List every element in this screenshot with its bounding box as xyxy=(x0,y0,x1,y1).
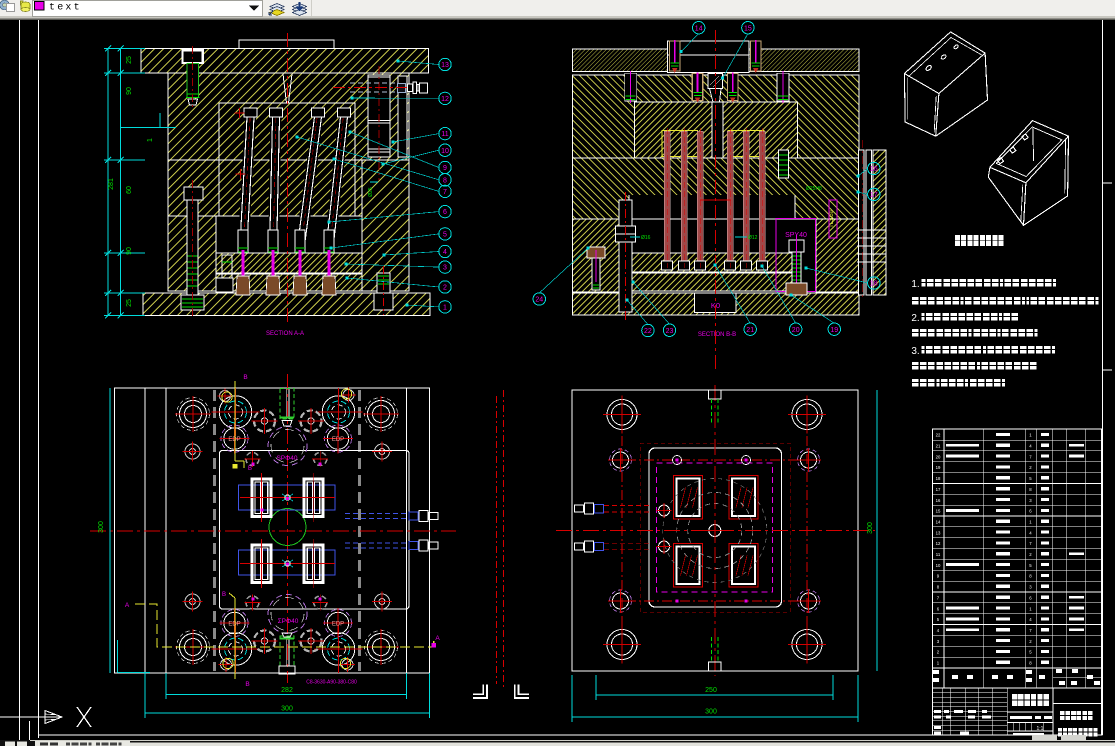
svg-text:10: 10 xyxy=(936,563,941,568)
svg-text:3: 3 xyxy=(443,265,447,272)
svg-text:14: 14 xyxy=(936,519,941,524)
svg-text:B: B xyxy=(222,592,226,598)
svg-text:300: 300 xyxy=(705,709,717,716)
svg-text:Ø25: Ø25 xyxy=(368,187,374,197)
svg-text:90: 90 xyxy=(126,247,133,255)
svg-text:24: 24 xyxy=(535,297,543,304)
svg-text:21: 21 xyxy=(936,444,941,449)
svg-text:25: 25 xyxy=(126,56,133,64)
svg-text:Ø16: Ø16 xyxy=(641,235,651,241)
svg-text:300: 300 xyxy=(98,521,105,533)
svg-text:90: 90 xyxy=(126,87,133,95)
svg-text:2: 2 xyxy=(443,285,447,292)
svg-text:13: 13 xyxy=(936,530,941,535)
svg-text:7: 7 xyxy=(443,189,447,196)
svg-text:23: 23 xyxy=(666,328,674,335)
svg-text:15: 15 xyxy=(936,509,941,514)
svg-text:17: 17 xyxy=(870,192,878,199)
svg-text:text: text xyxy=(49,3,82,14)
svg-text:B: B xyxy=(245,681,249,688)
svg-text:SECTION A-A: SECTION A-A xyxy=(266,331,304,337)
svg-text:8: 8 xyxy=(443,177,447,184)
svg-text:4: 4 xyxy=(443,249,447,256)
svg-text:12: 12 xyxy=(441,96,449,103)
svg-text:EDP: EDP xyxy=(332,622,344,628)
svg-text:15: 15 xyxy=(744,25,752,32)
svg-text:1: 1 xyxy=(443,305,447,312)
svg-text:5: 5 xyxy=(443,232,447,239)
svg-text:60: 60 xyxy=(126,186,133,194)
svg-text:18: 18 xyxy=(936,476,941,481)
svg-text:EDP: EDP xyxy=(332,437,344,443)
svg-text:19: 19 xyxy=(936,465,941,470)
svg-text:300: 300 xyxy=(867,522,874,534)
svg-text:10: 10 xyxy=(441,148,449,155)
svg-text:ΣPΦ40: ΣPΦ40 xyxy=(278,618,299,625)
svg-text:11: 11 xyxy=(441,131,448,138)
svg-text:18: 18 xyxy=(870,281,878,288)
svg-text:12: 12 xyxy=(936,541,941,546)
svg-text:TL3030: TL3030 xyxy=(829,210,835,227)
svg-text:2.: 2. xyxy=(911,313,919,324)
svg-text:281: 281 xyxy=(108,178,115,190)
svg-text:16: 16 xyxy=(936,498,941,503)
svg-text:282: 282 xyxy=(281,687,293,694)
svg-text:300: 300 xyxy=(281,706,293,713)
svg-text:1.: 1. xyxy=(911,279,919,290)
svg-text:Ø25H8: Ø25H8 xyxy=(806,186,822,192)
svg-text:17: 17 xyxy=(936,487,941,492)
svg-text:11: 11 xyxy=(936,552,941,557)
svg-text:1: 1 xyxy=(147,138,154,142)
svg-text:21: 21 xyxy=(746,327,754,334)
svg-text:16: 16 xyxy=(870,166,878,173)
svg-text:19: 19 xyxy=(830,327,838,334)
svg-text:25: 25 xyxy=(126,299,133,307)
svg-text:C8-3630-A90-380-C80: C8-3630-A90-380-C80 xyxy=(306,680,357,686)
svg-text:20: 20 xyxy=(792,327,800,334)
svg-text:3.: 3. xyxy=(911,346,919,357)
svg-text:22: 22 xyxy=(936,433,941,438)
svg-text:A: A xyxy=(435,635,440,642)
svg-text:250: 250 xyxy=(705,687,717,694)
svg-text:22: 22 xyxy=(644,328,652,335)
svg-text:20: 20 xyxy=(936,454,941,459)
svg-text:B: B xyxy=(243,374,247,381)
svg-text:B: B xyxy=(248,466,252,472)
svg-text:6: 6 xyxy=(443,209,447,216)
svg-text:A: A xyxy=(125,602,130,609)
svg-text:Ø12: Ø12 xyxy=(748,235,758,241)
svg-text:9: 9 xyxy=(443,165,447,172)
svg-text:13: 13 xyxy=(441,62,449,69)
svg-text:SPΦ40: SPΦ40 xyxy=(276,455,297,462)
svg-text:SECTION B-B: SECTION B-B xyxy=(698,332,736,338)
svg-text:1:1: 1:1 xyxy=(1037,726,1044,732)
svg-text:14: 14 xyxy=(695,25,703,32)
